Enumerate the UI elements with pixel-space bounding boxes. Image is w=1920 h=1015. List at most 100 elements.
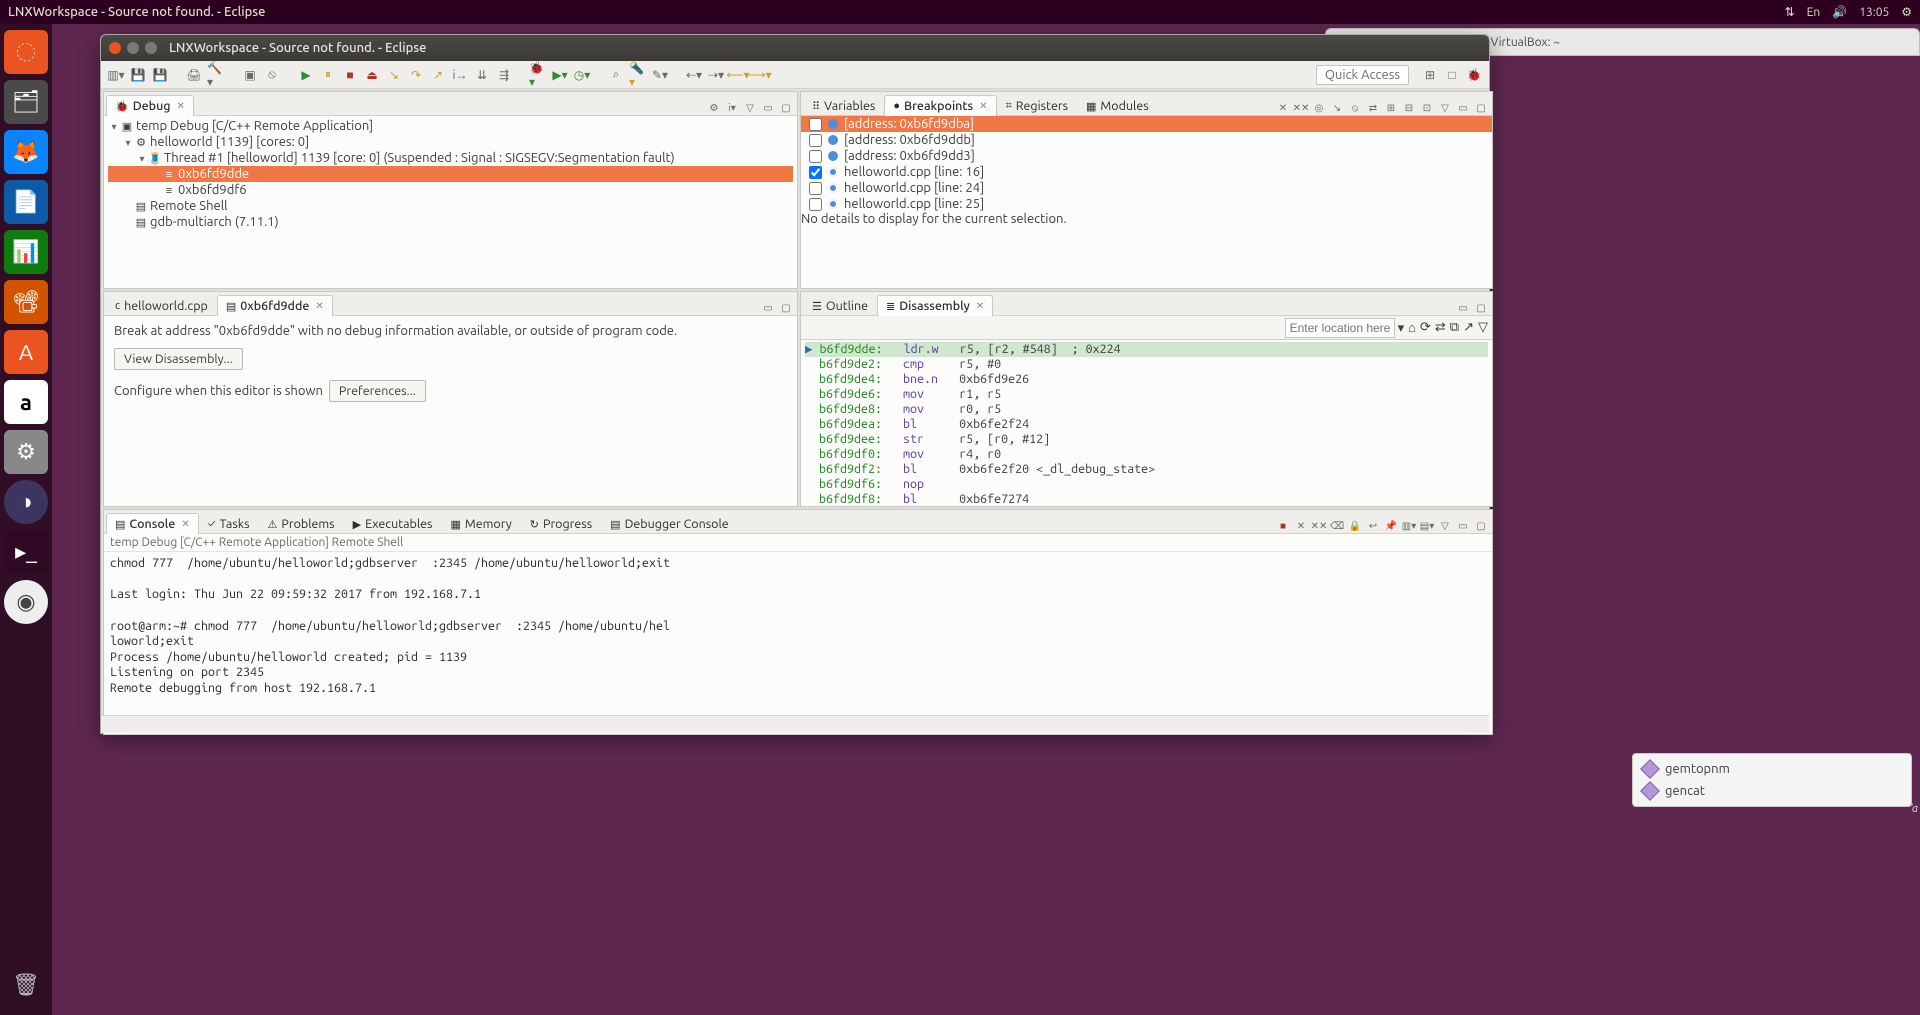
scroll-lock-icon[interactable]: 🔒 [1348, 519, 1362, 533]
tree-item[interactable]: 0xb6fd9dde [178, 167, 249, 181]
expand-icon[interactable]: ⊞ [1384, 101, 1398, 115]
link-icon[interactable]: ⇄ [1366, 101, 1380, 115]
quick-access[interactable]: Quick Access [1316, 65, 1409, 85]
tab-debug[interactable]: 🐞 Debug ✕ [106, 95, 194, 116]
home-icon[interactable]: ⌂ [1408, 320, 1416, 335]
toggle-mark-icon[interactable]: ✎▾ [651, 66, 669, 84]
tab-progress[interactable]: ↻Progress [521, 513, 601, 534]
open-perspective-icon[interactable]: ⊞ [1421, 66, 1439, 84]
network-icon[interactable]: ⇅ [1785, 5, 1795, 19]
software-icon[interactable]: A [4, 330, 48, 374]
new-icon[interactable]: ▥▾ [107, 66, 125, 84]
pin-console-icon[interactable]: 📌 [1384, 519, 1398, 533]
breakpoint-row[interactable]: helloworld.cpp [line: 16] [801, 164, 1492, 180]
tree-item[interactable]: Thread #1 [helloworld] 1139 [core: 0] (S… [164, 151, 675, 165]
show-supported-icon[interactable]: ◎ [1312, 101, 1326, 115]
print-icon[interactable]: 🖨 [185, 66, 203, 84]
calc-icon[interactable]: 📊 [4, 230, 48, 274]
debug-perspective-icon[interactable]: 🐞 [1465, 66, 1483, 84]
disconnect-icon[interactable]: ⏏ [363, 66, 381, 84]
breakpoint-row[interactable]: [address: 0xb6fd9dd3] [801, 148, 1492, 164]
close-icon[interactable]: ✕ [979, 100, 987, 112]
terminal-icon[interactable]: ▸_ [4, 530, 48, 574]
gear-icon[interactable]: ⚙ [1901, 5, 1912, 19]
save-all-icon[interactable]: 💾 [151, 66, 169, 84]
cpp-perspective-icon[interactable]: □ [1443, 66, 1461, 84]
forward-icon[interactable]: ⟶▾ [751, 66, 769, 84]
keyboard-indicator[interactable]: En [1807, 6, 1821, 19]
bp-checkbox[interactable] [809, 166, 822, 179]
drop-frame-icon[interactable]: ⇊ [473, 66, 491, 84]
impress-icon[interactable]: 📽 [4, 280, 48, 324]
tab-outline[interactable]: ☰Outline [803, 295, 877, 316]
open-type-icon[interactable]: ⌕ [607, 66, 625, 84]
tab-variables[interactable]: ⠿Variables [803, 95, 884, 116]
close-icon[interactable]: ✕ [315, 300, 323, 312]
word-wrap-icon[interactable]: ↩ [1366, 519, 1380, 533]
bp-checkbox[interactable] [809, 134, 822, 147]
open-console-icon[interactable]: ▤▾ [1420, 519, 1434, 533]
tab-registers[interactable]: ⌗Registers [997, 95, 1077, 116]
amazon-icon[interactable]: a [4, 380, 48, 424]
refresh-icon[interactable]: ⟳ [1420, 320, 1431, 335]
maximize-view-icon[interactable]: ▢ [779, 101, 793, 115]
tab-problems[interactable]: ⚠Problems [259, 513, 344, 534]
list-item[interactable]: gencat [1637, 780, 1907, 802]
tab-tasks[interactable]: ✓Tasks [199, 513, 259, 534]
instruction-step-icon[interactable]: i→ [451, 66, 469, 84]
close-icon[interactable]: ✕ [181, 518, 189, 530]
dash-icon[interactable]: ◌ [4, 30, 48, 74]
step-over-icon[interactable]: ↷ [407, 66, 425, 84]
breakpoint-row[interactable]: helloworld.cpp [line: 24] [801, 180, 1492, 196]
view-menu-triangle-icon[interactable]: ▽ [1438, 101, 1452, 115]
perspective-icon[interactable]: ▣ [241, 66, 259, 84]
tab-breakpoints[interactable]: ●Breakpoints✕ [884, 95, 996, 116]
skip-bp-icon[interactable]: ⦸ [263, 66, 281, 84]
list-item[interactable]: gemtopnm [1637, 758, 1907, 780]
view-menu-triangle-icon[interactable]: ▽ [1478, 320, 1488, 335]
remove-launch-icon[interactable]: ✕ [1294, 519, 1308, 533]
tab-debugger-console[interactable]: ▤Debugger Console [601, 513, 737, 534]
sound-icon[interactable]: 🔊 [1832, 5, 1847, 19]
display-console-icon[interactable]: ▥▾ [1402, 519, 1416, 533]
tab-editor-hello[interactable]: chelloworld.cpp [106, 295, 217, 316]
breakpoint-row[interactable]: helloworld.cpp [line: 25] [801, 196, 1492, 212]
view-menu-triangle-icon[interactable]: ▽ [1438, 519, 1452, 533]
collapse-icon[interactable]: ⊟ [1402, 101, 1416, 115]
tab-executables[interactable]: ▶Executables [344, 513, 442, 534]
search-icon[interactable]: 🔦▾ [629, 66, 647, 84]
link-icon[interactable]: ⇄ [1435, 320, 1446, 335]
maximize-view-icon[interactable]: ▢ [1474, 101, 1488, 115]
preferences-button[interactable]: Preferences... [329, 380, 426, 402]
view-menu-icon[interactable]: ⚙ [707, 101, 721, 115]
bp-checkbox[interactable] [809, 198, 822, 211]
disassembly-listing[interactable]: ▶ b6fd9dde: ldr.w r5, [r2, #548] ; 0x224… [801, 340, 1492, 506]
eclipse-icon[interactable]: ◑ [4, 480, 48, 524]
next-annotation-icon[interactable]: ⇢▾ [707, 66, 725, 84]
resume-icon[interactable]: ▶ [297, 66, 315, 84]
step-into-icon[interactable]: ↘ [385, 66, 403, 84]
terminate-console-icon[interactable]: ■ [1276, 519, 1290, 533]
maximize-icon[interactable] [145, 42, 157, 54]
maximize-view-icon[interactable]: ▢ [1474, 301, 1488, 315]
tab-modules[interactable]: ▦Modules [1077, 95, 1158, 116]
debug-tree[interactable]: ▾▣temp Debug [C/C++ Remote Application] … [104, 116, 797, 288]
debug-dropdown-icon[interactable]: i▾ [725, 101, 739, 115]
run-icon[interactable]: ▶▾ [551, 66, 569, 84]
close-icon[interactable] [109, 42, 121, 54]
goto-file-icon[interactable]: ↘ [1330, 101, 1344, 115]
files-icon[interactable]: 🗂 [4, 80, 48, 124]
tree-item[interactable]: temp Debug [C/C++ Remote Application] [136, 119, 373, 133]
remove-icon[interactable]: ✕ [1276, 101, 1290, 115]
location-dropdown-icon[interactable]: ▾ [1398, 321, 1405, 335]
profile-icon[interactable]: ◷▾ [573, 66, 591, 84]
menu-icon[interactable]: ⊡ [1420, 101, 1434, 115]
prev-annotation-icon[interactable]: ⇠▾ [685, 66, 703, 84]
settings-icon[interactable]: ⚙ [4, 430, 48, 474]
bp-checkbox[interactable] [809, 182, 822, 195]
minimize-view-icon[interactable]: ▭ [1456, 519, 1470, 533]
breakpoint-row[interactable]: [address: 0xb6fd9dba] [801, 116, 1492, 132]
minimize-view-icon[interactable]: ▭ [1456, 301, 1470, 315]
remove-all-icon[interactable]: ✕✕ [1294, 101, 1308, 115]
minimize-view-icon[interactable]: ▭ [761, 301, 775, 315]
